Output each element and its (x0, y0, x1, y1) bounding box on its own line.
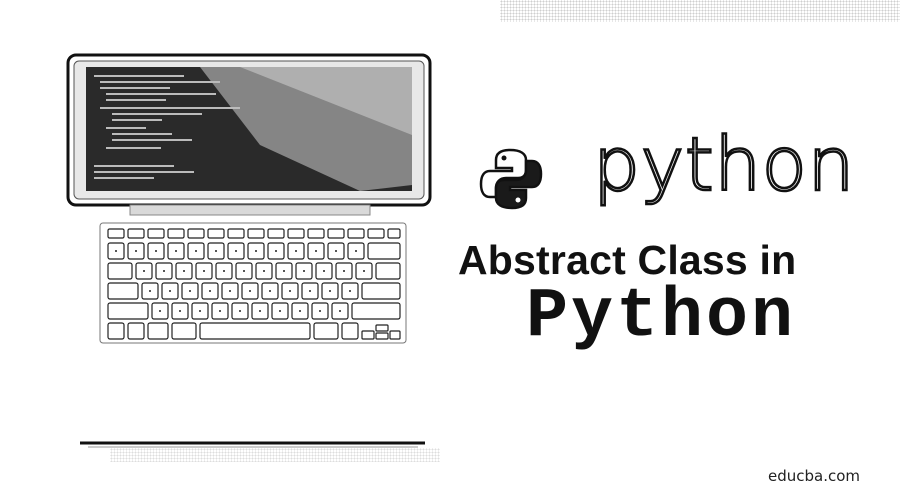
dither-texture-top (500, 0, 900, 22)
laptop-illustration (60, 45, 440, 455)
headline-line-1: Abstract Class in (458, 237, 797, 283)
dither-texture-bottom (110, 448, 440, 462)
laptop-icon (66, 53, 432, 448)
site-credit: educba.com (768, 467, 861, 485)
python-logo-icon (478, 146, 544, 212)
python-wordmark: python (592, 122, 856, 208)
headline-line-2: Python (526, 278, 797, 357)
